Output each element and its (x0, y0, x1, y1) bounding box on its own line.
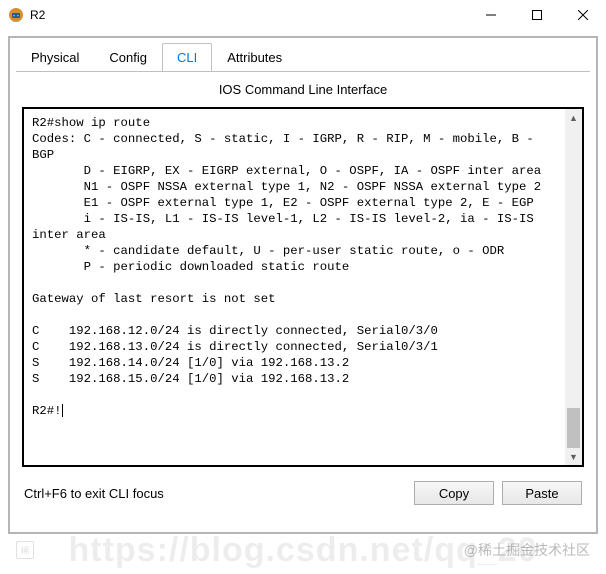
copy-button[interactable]: Copy (414, 481, 494, 505)
tab-underline (16, 71, 590, 72)
watermark-text: @稀土掘金技术社区 (464, 542, 590, 558)
tab-cli[interactable]: CLI (162, 43, 212, 72)
scroll-down-icon[interactable]: ▼ (565, 448, 582, 465)
juejin-logo-icon: 稀 (16, 541, 34, 559)
watermark-bg-text: https://blog.csdn.net/qq_20 (0, 531, 606, 570)
scroll-track[interactable] (565, 126, 582, 448)
maximize-button[interactable] (514, 0, 560, 30)
tab-physical[interactable]: Physical (16, 43, 94, 72)
watermark-left: 稀 (16, 541, 34, 559)
title-bar: R2 (0, 0, 606, 30)
scroll-thumb[interactable] (567, 408, 580, 448)
terminal-text: R2#show ip route Codes: C - connected, S… (32, 116, 541, 418)
watermark-right: @稀土掘金技术社区 (464, 540, 590, 560)
app-icon (8, 7, 24, 23)
tab-attributes[interactable]: Attributes (212, 43, 297, 72)
tab-config[interactable]: Config (94, 43, 162, 72)
panel-subtitle: IOS Command Line Interface (10, 72, 596, 103)
terminal-frame: R2#show ip route Codes: C - connected, S… (22, 107, 584, 467)
paste-button[interactable]: Paste (502, 481, 582, 505)
cli-focus-hint: Ctrl+F6 to exit CLI focus (24, 486, 406, 501)
window-controls (468, 0, 606, 30)
terminal-scrollbar[interactable]: ▲ ▼ (565, 109, 582, 465)
main-panel: Physical Config CLI Attributes IOS Comma… (8, 36, 598, 534)
close-button[interactable] (560, 0, 606, 30)
terminal-output[interactable]: R2#show ip route Codes: C - connected, S… (24, 109, 565, 465)
scroll-up-icon[interactable]: ▲ (565, 109, 582, 126)
terminal-cursor (62, 404, 63, 417)
minimize-button[interactable] (468, 0, 514, 30)
window-title: R2 (30, 8, 468, 22)
footer-bar: Ctrl+F6 to exit CLI focus Copy Paste (10, 471, 596, 515)
tab-bar: Physical Config CLI Attributes (10, 38, 596, 71)
